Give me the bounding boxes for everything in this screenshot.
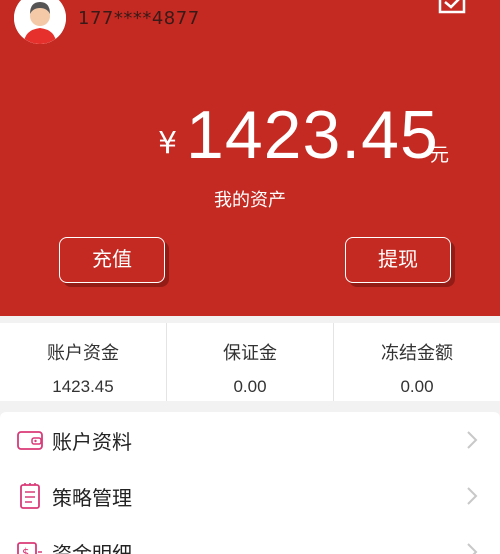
stat-label: 冻结金额 [381, 343, 453, 364]
chevron-right-icon [467, 543, 478, 554]
assets-label: 我的资产 [214, 190, 286, 211]
phone-number: 177****4877 [78, 8, 200, 29]
balance-display: ¥ 1423.45 元 [0, 96, 500, 176]
chevron-right-icon [467, 431, 478, 449]
menu-label: 策略管理 [52, 485, 132, 510]
user-avatar-icon [14, 0, 66, 44]
balance-amount: 1423.45 [186, 97, 439, 173]
withdraw-button[interactable]: 提现 [345, 237, 451, 283]
svg-text:$: $ [22, 546, 30, 554]
account-stats: 账户资金 1423.45 保证金 0.00 冻结金额 0.00 [0, 323, 500, 401]
recharge-button[interactable]: 充值 [59, 237, 165, 283]
stat-frozen: 冻结金额 0.00 [334, 323, 500, 401]
menu-label: 账户资料 [52, 429, 132, 454]
message-icon[interactable] [438, 0, 466, 18]
stat-label: 账户资金 [47, 343, 119, 364]
menu-item-account-info[interactable]: 账户资料 [0, 412, 500, 468]
money-list-icon: $ [17, 542, 42, 554]
menu-list: 账户资料 策略管理 $ 资金明细 [0, 412, 500, 554]
stat-margin: 保证金 0.00 [167, 323, 334, 401]
menu-item-fund-details[interactable]: $ 资金明细 [0, 524, 500, 554]
stat-value: 0.00 [400, 377, 434, 396]
wallet-icon [17, 431, 43, 450]
menu-item-strategy[interactable]: 策略管理 [0, 468, 500, 524]
stat-label: 保证金 [223, 343, 277, 364]
stat-value: 0.00 [233, 377, 267, 396]
currency-unit: 元 [430, 144, 450, 166]
stat-value: 1423.45 [52, 377, 114, 396]
document-icon [20, 483, 40, 509]
avatar[interactable] [14, 0, 66, 44]
menu-label: 资金明细 [52, 541, 132, 554]
chevron-right-icon [467, 487, 478, 505]
stat-account-funds: 账户资金 1423.45 [0, 323, 167, 401]
account-header: 177****4877 ¥ 1423.45 元 我的资产 充值 提现 [0, 0, 500, 316]
currency-symbol: ¥ [158, 126, 178, 161]
